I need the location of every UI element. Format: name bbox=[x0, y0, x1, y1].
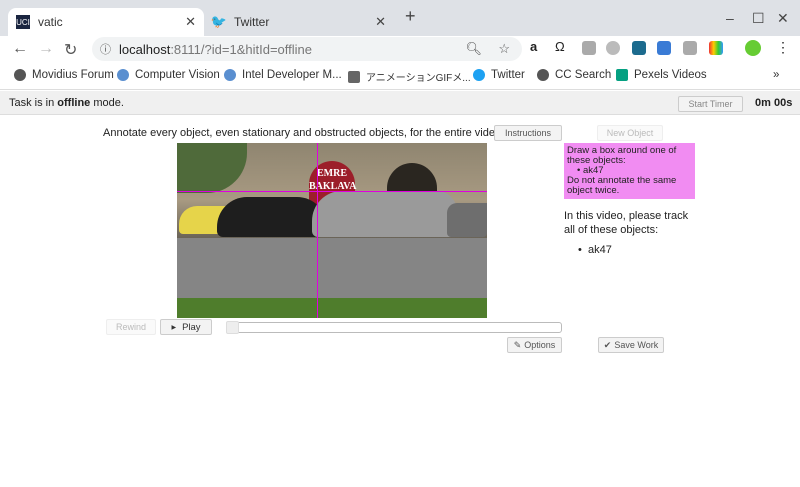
url-path: :8111/?id=1&hitId=offline bbox=[170, 41, 312, 57]
new-tab-button[interactable]: + bbox=[405, 6, 416, 27]
bookmark-computer-vision[interactable]: Computer Vision bbox=[117, 69, 220, 81]
close-tab-icon[interactable]: ✕ bbox=[375, 14, 386, 30]
bookmark-cc-search[interactable]: CC Search bbox=[537, 69, 611, 81]
bookmark-label: Movidius Forum bbox=[32, 69, 114, 81]
black-car bbox=[217, 197, 327, 237]
save-work-button[interactable]: ✔ Save Work bbox=[598, 337, 664, 353]
maximize-icon[interactable]: ☐ bbox=[752, 10, 765, 27]
address-bar[interactable]: ⓘ localhost:8111/?id=1&hitId=offline 🔍︎ … bbox=[92, 37, 522, 61]
twitter-icon bbox=[473, 69, 485, 81]
bookmark-twitter[interactable]: Twitter bbox=[473, 69, 525, 81]
intel-icon bbox=[117, 69, 129, 81]
profile-avatar[interactable] bbox=[745, 40, 761, 56]
tab-title: vatic bbox=[38, 15, 63, 29]
play-button[interactable]: ▶ Play bbox=[160, 319, 212, 335]
info-icon: ⓘ bbox=[100, 44, 111, 56]
s-extension-icon[interactable] bbox=[657, 41, 671, 55]
mode-text: Task is in offline mode. bbox=[9, 97, 124, 109]
video-scrubber[interactable] bbox=[226, 321, 562, 334]
twitter-icon: 🐦 bbox=[210, 14, 228, 29]
bookmark-label: Pexels Videos bbox=[634, 69, 707, 81]
options-button[interactable]: ✎ Options bbox=[507, 337, 562, 353]
menu-icon[interactable]: ⋮ bbox=[776, 39, 790, 55]
crosshair-vertical bbox=[317, 143, 318, 318]
road bbox=[177, 238, 487, 298]
tab-title: Twitter bbox=[234, 15, 270, 29]
prompt-warning: Do not annotate the same object twice. bbox=[567, 174, 677, 196]
silver-car bbox=[312, 191, 457, 237]
bookmark-label: アニメーションGIFメ... bbox=[366, 73, 471, 84]
bookmark-label: Intel Developer M... bbox=[242, 69, 342, 81]
grey-car bbox=[447, 203, 487, 237]
color-extension-icon[interactable] bbox=[709, 41, 723, 55]
back-icon[interactable]: ← bbox=[12, 40, 28, 58]
bookmark-anime-gif[interactable]: アニメーションGIFメ... bbox=[348, 69, 471, 84]
track-object-item: • ak47 bbox=[578, 244, 612, 256]
video-frame[interactable]: EMRE BAKLAVA bbox=[177, 143, 487, 318]
globe-icon bbox=[537, 69, 549, 81]
scrubber-handle[interactable] bbox=[226, 321, 239, 334]
annotation-prompt: Draw a box around one of these objects: … bbox=[564, 143, 695, 199]
omega-icon[interactable]: Ω bbox=[555, 39, 569, 54]
pexels-icon bbox=[616, 69, 628, 81]
reload-icon[interactable]: ↻ bbox=[64, 40, 77, 60]
play-icon: ▶ bbox=[171, 324, 177, 331]
tab-twitter[interactable]: 🐦 Twitter ✕ bbox=[204, 8, 394, 36]
start-timer-button[interactable]: Start Timer bbox=[678, 96, 743, 112]
bookmark-intel-developer[interactable]: Intel Developer M... bbox=[224, 69, 342, 81]
hexagon-icon[interactable] bbox=[606, 41, 620, 55]
prompt-text: Draw a box around one of these objects: bbox=[567, 145, 677, 166]
camera-icon[interactable] bbox=[582, 41, 596, 55]
uci-favicon-icon: UCI bbox=[16, 15, 30, 29]
zoom-icon[interactable]: 🔍︎ bbox=[465, 41, 482, 57]
bookmark-movidius[interactable]: Movidius Forum bbox=[14, 69, 114, 81]
minimize-icon[interactable]: – bbox=[726, 10, 734, 26]
close-window-icon[interactable]: ✕ bbox=[777, 10, 789, 27]
amazon-icon[interactable]: a bbox=[530, 39, 544, 54]
star-icon[interactable]: ☆ bbox=[498, 41, 510, 57]
track-instructions: In this video, please track all of these… bbox=[564, 210, 689, 236]
close-tab-icon[interactable]: ✕ bbox=[185, 14, 196, 30]
crosshair-horizontal bbox=[177, 191, 487, 192]
grass bbox=[177, 298, 487, 318]
bookmark-label: Twitter bbox=[491, 69, 525, 81]
tab-bar: UCI vatic ✕ 🐦 Twitter ✕ + – ☐ ✕ bbox=[0, 0, 800, 36]
tab-vatic[interactable]: UCI vatic ✕ bbox=[8, 8, 204, 36]
bookmarks-bar: Movidius Forum Computer Vision Intel Dev… bbox=[0, 64, 800, 90]
page-icon bbox=[348, 70, 360, 83]
new-object-button[interactable]: New Object bbox=[597, 125, 663, 141]
globe-icon bbox=[14, 69, 26, 81]
timer-display: 0m 00s bbox=[755, 97, 793, 109]
forward-icon[interactable]: → bbox=[38, 40, 54, 58]
intel-icon bbox=[224, 69, 236, 81]
wrench-icon: ✎ bbox=[513, 339, 522, 350]
m-extension-icon[interactable] bbox=[632, 41, 646, 55]
more-bookmarks-button[interactable]: » bbox=[773, 69, 779, 81]
instructions-headline: Annotate every object, even stationary a… bbox=[103, 127, 505, 139]
instructions-button[interactable]: Instructions bbox=[494, 125, 562, 141]
url-host: localhost bbox=[119, 41, 171, 57]
bookmark-label: Computer Vision bbox=[135, 69, 220, 81]
bookmark-pexels[interactable]: Pexels Videos bbox=[616, 69, 707, 81]
check-icon: ✔ bbox=[603, 339, 612, 350]
rewind-button[interactable]: Rewind bbox=[106, 319, 156, 335]
status-bar: Task is in offline mode. Start Timer 0m … bbox=[0, 91, 800, 115]
thumbs-up-icon[interactable] bbox=[683, 41, 697, 55]
bookmark-label: CC Search bbox=[555, 69, 612, 81]
